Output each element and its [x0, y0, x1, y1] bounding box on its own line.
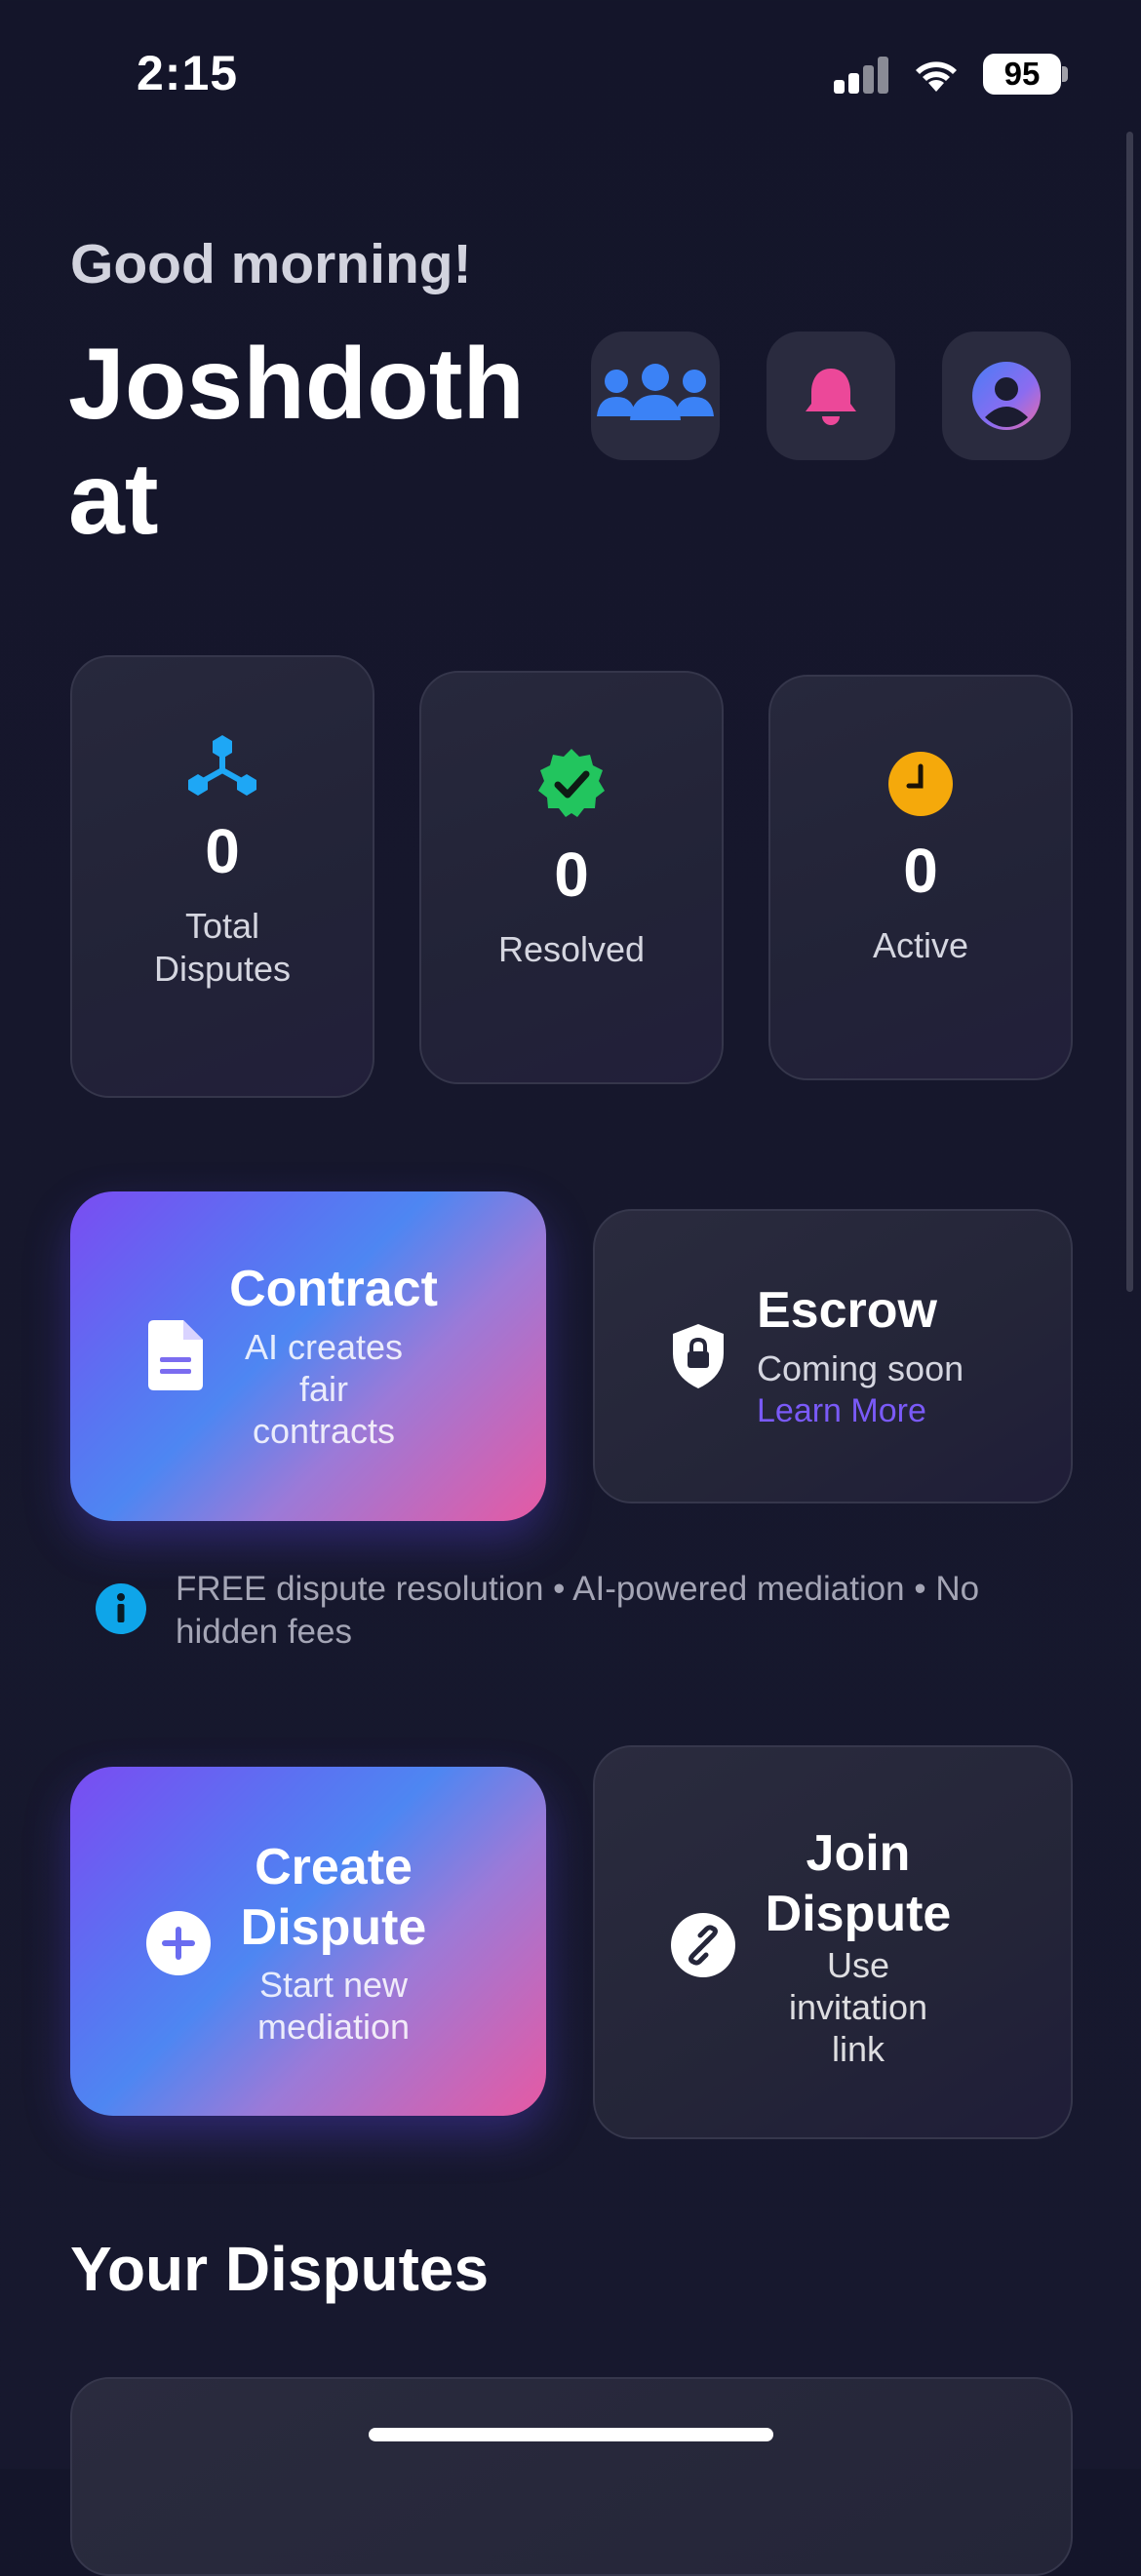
join-dispute-subtitle: Use invitation link: [788, 1945, 928, 2069]
create-dispute-title: Create Dispute: [240, 1839, 427, 1956]
info-banner-text: FREE dispute resolution • AI-powered med…: [176, 1570, 980, 1651]
create-dispute-card[interactable]: Create Dispute Start new mediation: [70, 1767, 546, 2116]
notifications-button[interactable]: [767, 332, 895, 460]
contract-card[interactable]: Contract AI creates fair contracts: [70, 1191, 546, 1521]
escrow-title: Escrow: [757, 1282, 937, 1339]
battery-nub: [1062, 66, 1068, 82]
profile-icon: [972, 362, 1041, 430]
your-disputes-heading: Your Disputes: [70, 2234, 490, 2304]
stat-card-active[interactable]: 0 Active: [768, 675, 1073, 1080]
create-dispute-subtitle: Start new mediation: [256, 1965, 411, 2047]
username-title: Joshdothat: [68, 328, 525, 556]
status-time: 2:15: [137, 46, 239, 100]
escrow-card[interactable]: Escrow Coming soon Learn More: [593, 1209, 1073, 1503]
escrow-subtitle: Coming soon: [757, 1348, 964, 1388]
groups-button[interactable]: [591, 332, 720, 460]
plus-circle-icon: [146, 1911, 211, 1975]
contract-title: Contract: [229, 1261, 438, 1317]
join-dispute-title: Join Dispute: [765, 1825, 952, 1942]
profile-button[interactable]: [942, 332, 1071, 460]
stat-card-total-disputes[interactable]: 0 Total Disputes: [70, 655, 374, 1098]
verified-badge-icon: [538, 749, 605, 817]
dispute-list-card[interactable]: [70, 2377, 1073, 2576]
bell-icon: [806, 369, 856, 425]
stat-value: 0: [205, 816, 240, 886]
people-icon: [597, 364, 714, 420]
wifi-icon: [916, 61, 957, 92]
scrollbar[interactable]: [1126, 132, 1133, 1292]
info-icon: [96, 1583, 146, 1634]
document-icon: [148, 1320, 203, 1390]
stat-label: Resolved: [497, 929, 646, 969]
stat-label: Total Disputes: [153, 906, 292, 989]
stat-value: 0: [903, 836, 938, 906]
clock-icon: [888, 752, 953, 816]
greeting-text: Good morning!: [70, 233, 472, 295]
learn-more-link[interactable]: Learn More: [757, 1392, 926, 1430]
network-icon: [188, 735, 256, 796]
stat-label: Active: [872, 925, 969, 965]
join-dispute-card[interactable]: Join Dispute Use invitation link: [593, 1745, 1073, 2139]
shield-lock-icon: [673, 1324, 724, 1388]
home-indicator[interactable]: [369, 2428, 773, 2441]
battery-indicator: 95: [983, 54, 1061, 95]
stat-value: 0: [554, 839, 589, 910]
contract-subtitle: AI creates fair contracts: [244, 1327, 404, 1451]
cellular-signal-icon: [834, 55, 890, 94]
link-icon: [671, 1913, 735, 1977]
stat-card-resolved[interactable]: 0 Resolved: [419, 671, 724, 1084]
